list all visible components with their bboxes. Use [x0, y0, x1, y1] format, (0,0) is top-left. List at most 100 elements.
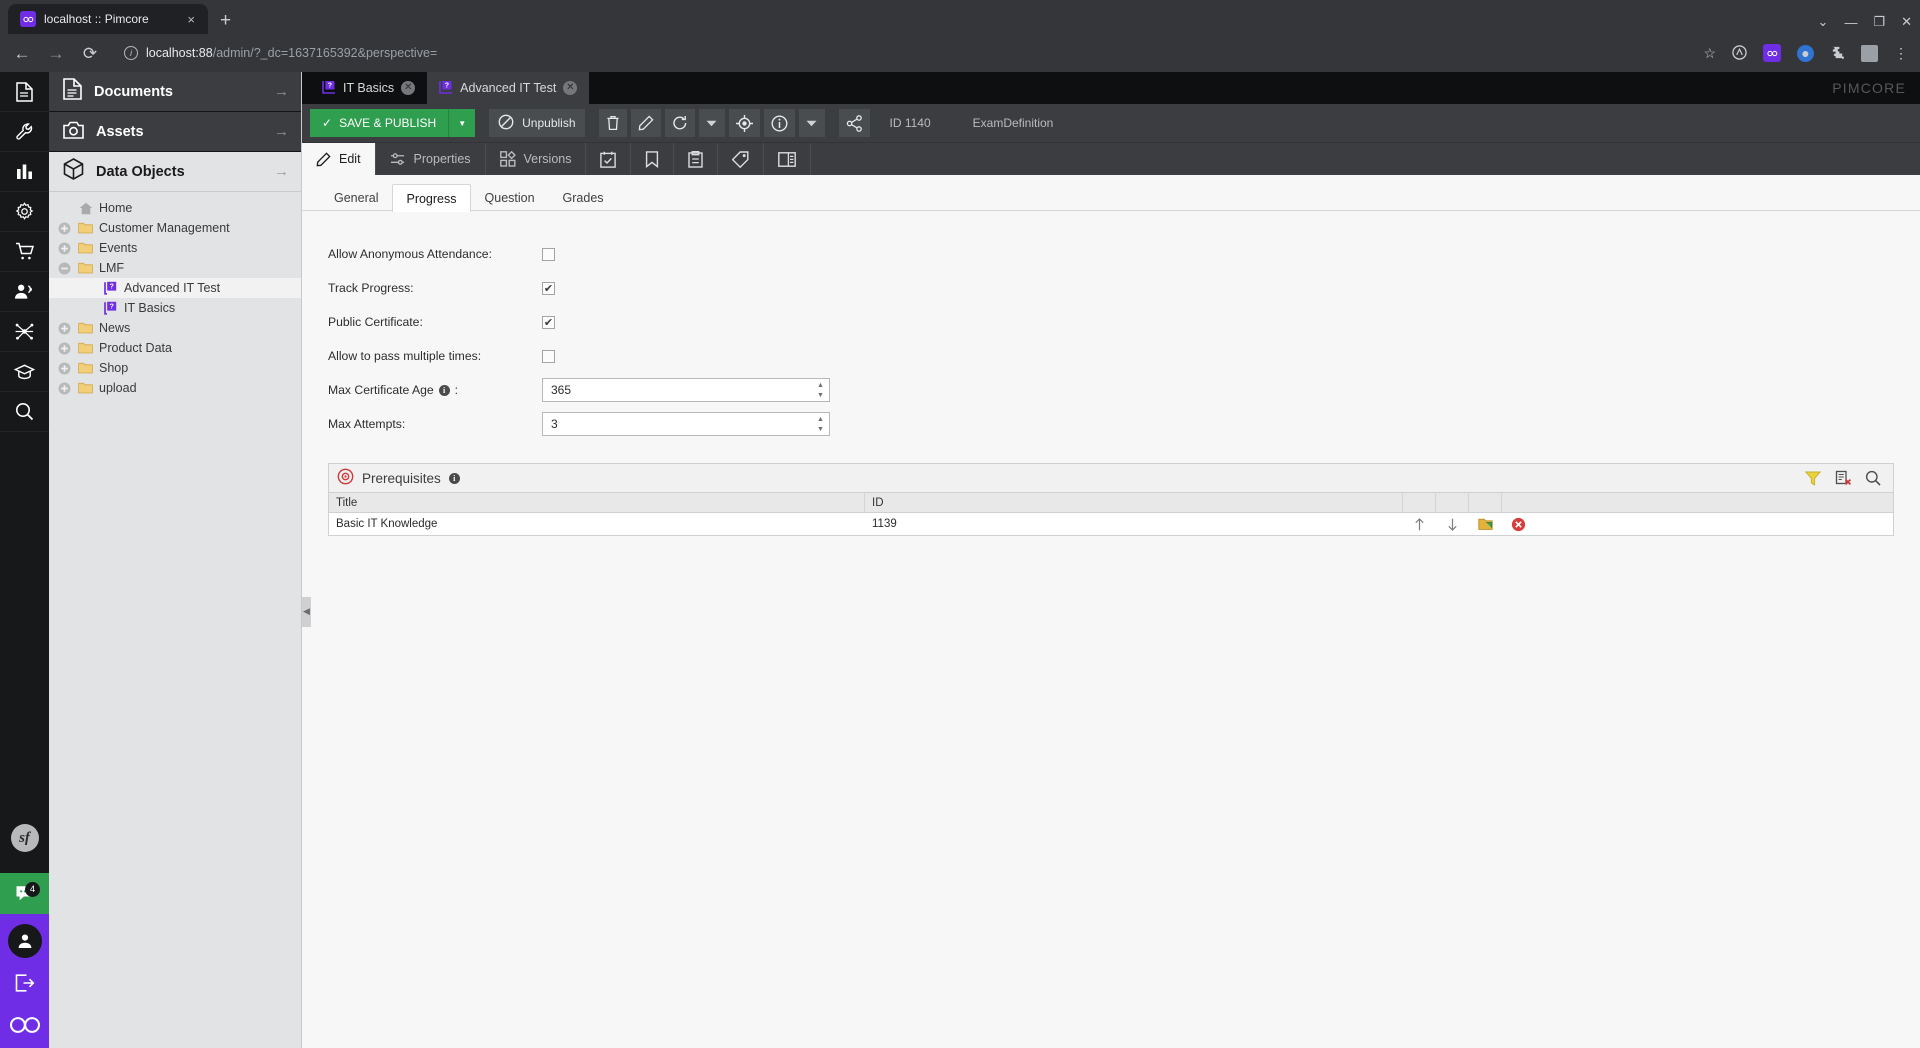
tree-node[interactable]: Events — [49, 238, 301, 258]
pimcore-extension-icon[interactable] — [1763, 44, 1781, 62]
site-info-icon[interactable]: i — [124, 46, 138, 60]
rail-graduation-cap-icon[interactable] — [0, 352, 49, 392]
row-move-down-button[interactable] — [1436, 513, 1469, 535]
number-field-max-certificate-age[interactable]: ▲▼ — [542, 378, 830, 402]
grid-info-icon[interactable]: i — [448, 472, 460, 484]
table-row[interactable]: Basic IT Knowledge 1139 — [329, 513, 1893, 535]
expand-icon[interactable] — [57, 241, 72, 256]
expand-icon[interactable] — [57, 321, 72, 336]
tab-layout[interactable] — [764, 143, 812, 175]
unpublish-button[interactable]: Unpublish — [489, 109, 585, 137]
tree-section-data-objects[interactable]: Data Objects → — [49, 152, 301, 192]
extension-a-icon[interactable] — [1732, 44, 1747, 62]
tab-tags[interactable] — [718, 143, 765, 175]
sub-tab-general[interactable]: General — [320, 184, 392, 210]
profile-avatar[interactable] — [1861, 44, 1878, 62]
sub-tab-progress[interactable]: Progress — [392, 184, 471, 212]
rail-marketing-network-icon[interactable] — [0, 312, 49, 352]
object-tab-close-icon[interactable]: ✕ — [563, 81, 578, 95]
tree-node[interactable]: News — [49, 318, 301, 338]
tab-edit[interactable]: Edit — [302, 143, 376, 175]
spinner-down-icon[interactable]: ▼ — [817, 392, 824, 399]
tree-node[interactable]: upload — [49, 378, 301, 398]
spinner-down-icon[interactable]: ▼ — [817, 426, 824, 433]
browser-tab-close-icon[interactable]: × — [184, 11, 198, 28]
input-max-attempts[interactable] — [543, 413, 812, 435]
column-header-id[interactable]: ID — [865, 493, 1403, 512]
info-button[interactable] — [763, 109, 795, 137]
checkbox-public-certificate[interactable]: ✔ — [542, 315, 555, 329]
tree-node[interactable]: Customer Management — [49, 218, 301, 238]
forward-button[interactable]: → — [46, 45, 66, 62]
expand-icon[interactable] — [57, 341, 72, 356]
row-remove-button[interactable] — [1502, 513, 1535, 535]
save-and-publish-main[interactable]: ✓ SAVE & PUBLISH — [310, 109, 448, 137]
checkbox-allow-anonymous-attendance[interactable] — [542, 247, 555, 261]
tree-node[interactable]: ? Advanced IT Test — [49, 278, 301, 298]
logout-button[interactable] — [15, 964, 35, 1002]
rail-search-icon[interactable] — [0, 392, 49, 432]
extensions-puzzle-icon[interactable] — [1830, 45, 1845, 62]
user-avatar-button[interactable] — [7, 924, 42, 958]
checkbox-allow-pass-multiple-times[interactable] — [542, 349, 555, 363]
tree-node[interactable]: ? IT Basics — [49, 298, 301, 318]
input-max-certificate-age[interactable] — [543, 379, 812, 401]
object-tab-advanced-it-test[interactable]: ? Advanced IT Test ✕ — [427, 72, 590, 104]
search-button[interactable] — [1859, 466, 1887, 490]
filter-button[interactable] — [1799, 466, 1827, 490]
tree-node[interactable]: LMF — [49, 258, 301, 278]
close-window-button[interactable]: ✕ — [1901, 14, 1912, 30]
share-button[interactable] — [838, 109, 870, 137]
tree-node[interactable]: Shop — [49, 358, 301, 378]
tab-versions[interactable]: Versions — [486, 143, 587, 175]
chevron-down-icon[interactable]: ⌄ — [1818, 14, 1829, 30]
column-header-title[interactable]: Title — [329, 493, 865, 512]
panel-collapse-handle[interactable]: ◀ — [302, 596, 311, 627]
expand-icon[interactable] — [57, 361, 72, 376]
sub-tab-question[interactable]: Question — [471, 184, 549, 210]
tab-properties[interactable]: Properties — [376, 143, 486, 175]
tab-tasks[interactable] — [674, 143, 719, 175]
rail-customers-icon[interactable] — [0, 272, 49, 312]
object-tab-close-icon[interactable]: ✕ — [401, 81, 416, 95]
checkbox-track-progress[interactable]: ✔ — [542, 281, 555, 295]
empty-relations-button[interactable] — [1829, 466, 1857, 490]
delete-button[interactable] — [598, 109, 627, 137]
minimize-button[interactable]: — — [1844, 15, 1857, 30]
object-tab-it-basics[interactable]: ? IT Basics ✕ — [310, 72, 427, 104]
maximize-button[interactable]: ❐ — [1873, 14, 1885, 30]
field-info-icon[interactable]: i — [438, 384, 450, 396]
browser-tab[interactable]: localhost :: Pimcore × — [8, 4, 208, 34]
tree-node[interactable]: Home — [49, 198, 301, 218]
rail-analytics-icon[interactable] — [0, 152, 49, 192]
row-move-up-button[interactable] — [1403, 513, 1436, 535]
reload-button[interactable]: ⟳ — [80, 45, 100, 62]
bookmark-star-icon[interactable]: ☆ — [1703, 46, 1716, 60]
rail-ecommerce-cart-icon[interactable] — [0, 232, 49, 272]
back-button[interactable]: ← — [12, 45, 32, 62]
browser-menu-button[interactable]: ⋮ — [1894, 46, 1908, 60]
rail-tools-wrench-icon[interactable] — [0, 112, 49, 152]
sub-tab-grades[interactable]: Grades — [549, 184, 618, 210]
expand-icon[interactable] — [57, 221, 72, 236]
collapse-icon[interactable] — [57, 261, 72, 276]
rail-notifications-button[interactable]: 4 — [0, 873, 49, 914]
tree-section-assets[interactable]: Assets → — [49, 112, 301, 152]
new-tab-button[interactable]: + — [208, 11, 241, 34]
rail-settings-gear-icon[interactable] — [0, 192, 49, 232]
extension-blue-icon[interactable]: ● — [1797, 44, 1814, 62]
reload-object-button[interactable] — [664, 109, 695, 137]
tree-section-documents[interactable]: Documents → — [49, 72, 301, 112]
symfony-profiler-button[interactable]: sf — [0, 803, 49, 873]
row-open-button[interactable] — [1469, 513, 1502, 535]
spinner-up-icon[interactable]: ▲ — [817, 416, 824, 423]
save-and-publish-button[interactable]: ✓ SAVE & PUBLISH ▼ — [310, 109, 476, 137]
locate-in-tree-button[interactable] — [728, 109, 760, 137]
expand-icon[interactable] — [57, 381, 72, 396]
spinner-up-icon[interactable]: ▲ — [817, 382, 824, 389]
reload-menu-button[interactable] — [698, 109, 725, 137]
address-bar[interactable]: i localhost:88/admin/?_dc=1637165392&per… — [114, 40, 1679, 66]
save-menu-caret-icon[interactable]: ▼ — [448, 109, 475, 137]
rail-documents-icon[interactable] — [0, 72, 49, 112]
info-menu-button[interactable] — [798, 109, 825, 137]
